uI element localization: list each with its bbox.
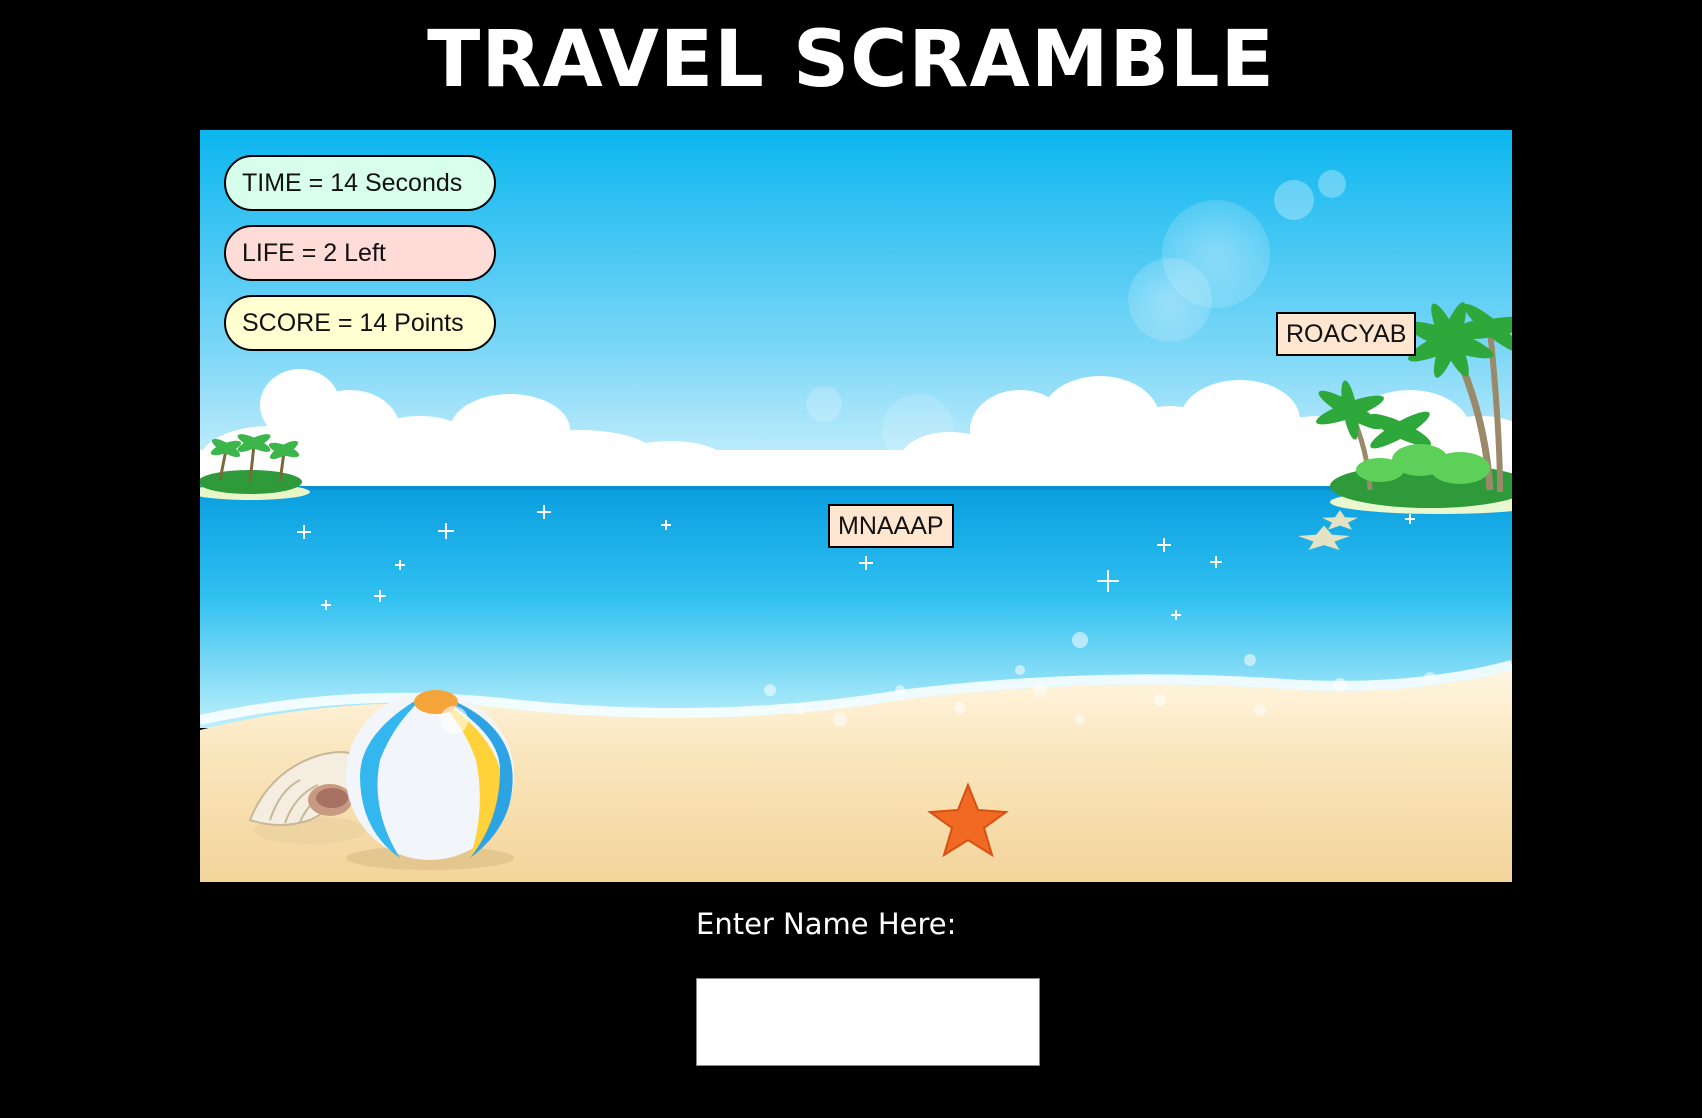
life-display: LIFE = 2 Left	[224, 225, 496, 281]
name-input[interactable]	[696, 978, 1040, 1066]
score-display: SCORE = 14 Points	[224, 295, 496, 351]
game-title: TRAVEL SCRAMBLE	[427, 15, 1275, 105]
scrambled-word-tile[interactable]: MNAAAP	[828, 504, 954, 548]
game-page: TRAVEL SCRAMBLE TIME = 14 Seconds LIFE =…	[0, 0, 1702, 1118]
time-display: TIME = 14 Seconds	[224, 155, 496, 211]
game-stage[interactable]: TIME = 14 Seconds LIFE = 2 Left SCORE = …	[200, 130, 1512, 882]
name-label: Enter Name Here:	[696, 907, 957, 941]
scrambled-word-tile[interactable]: ROACYAB	[1276, 312, 1417, 356]
